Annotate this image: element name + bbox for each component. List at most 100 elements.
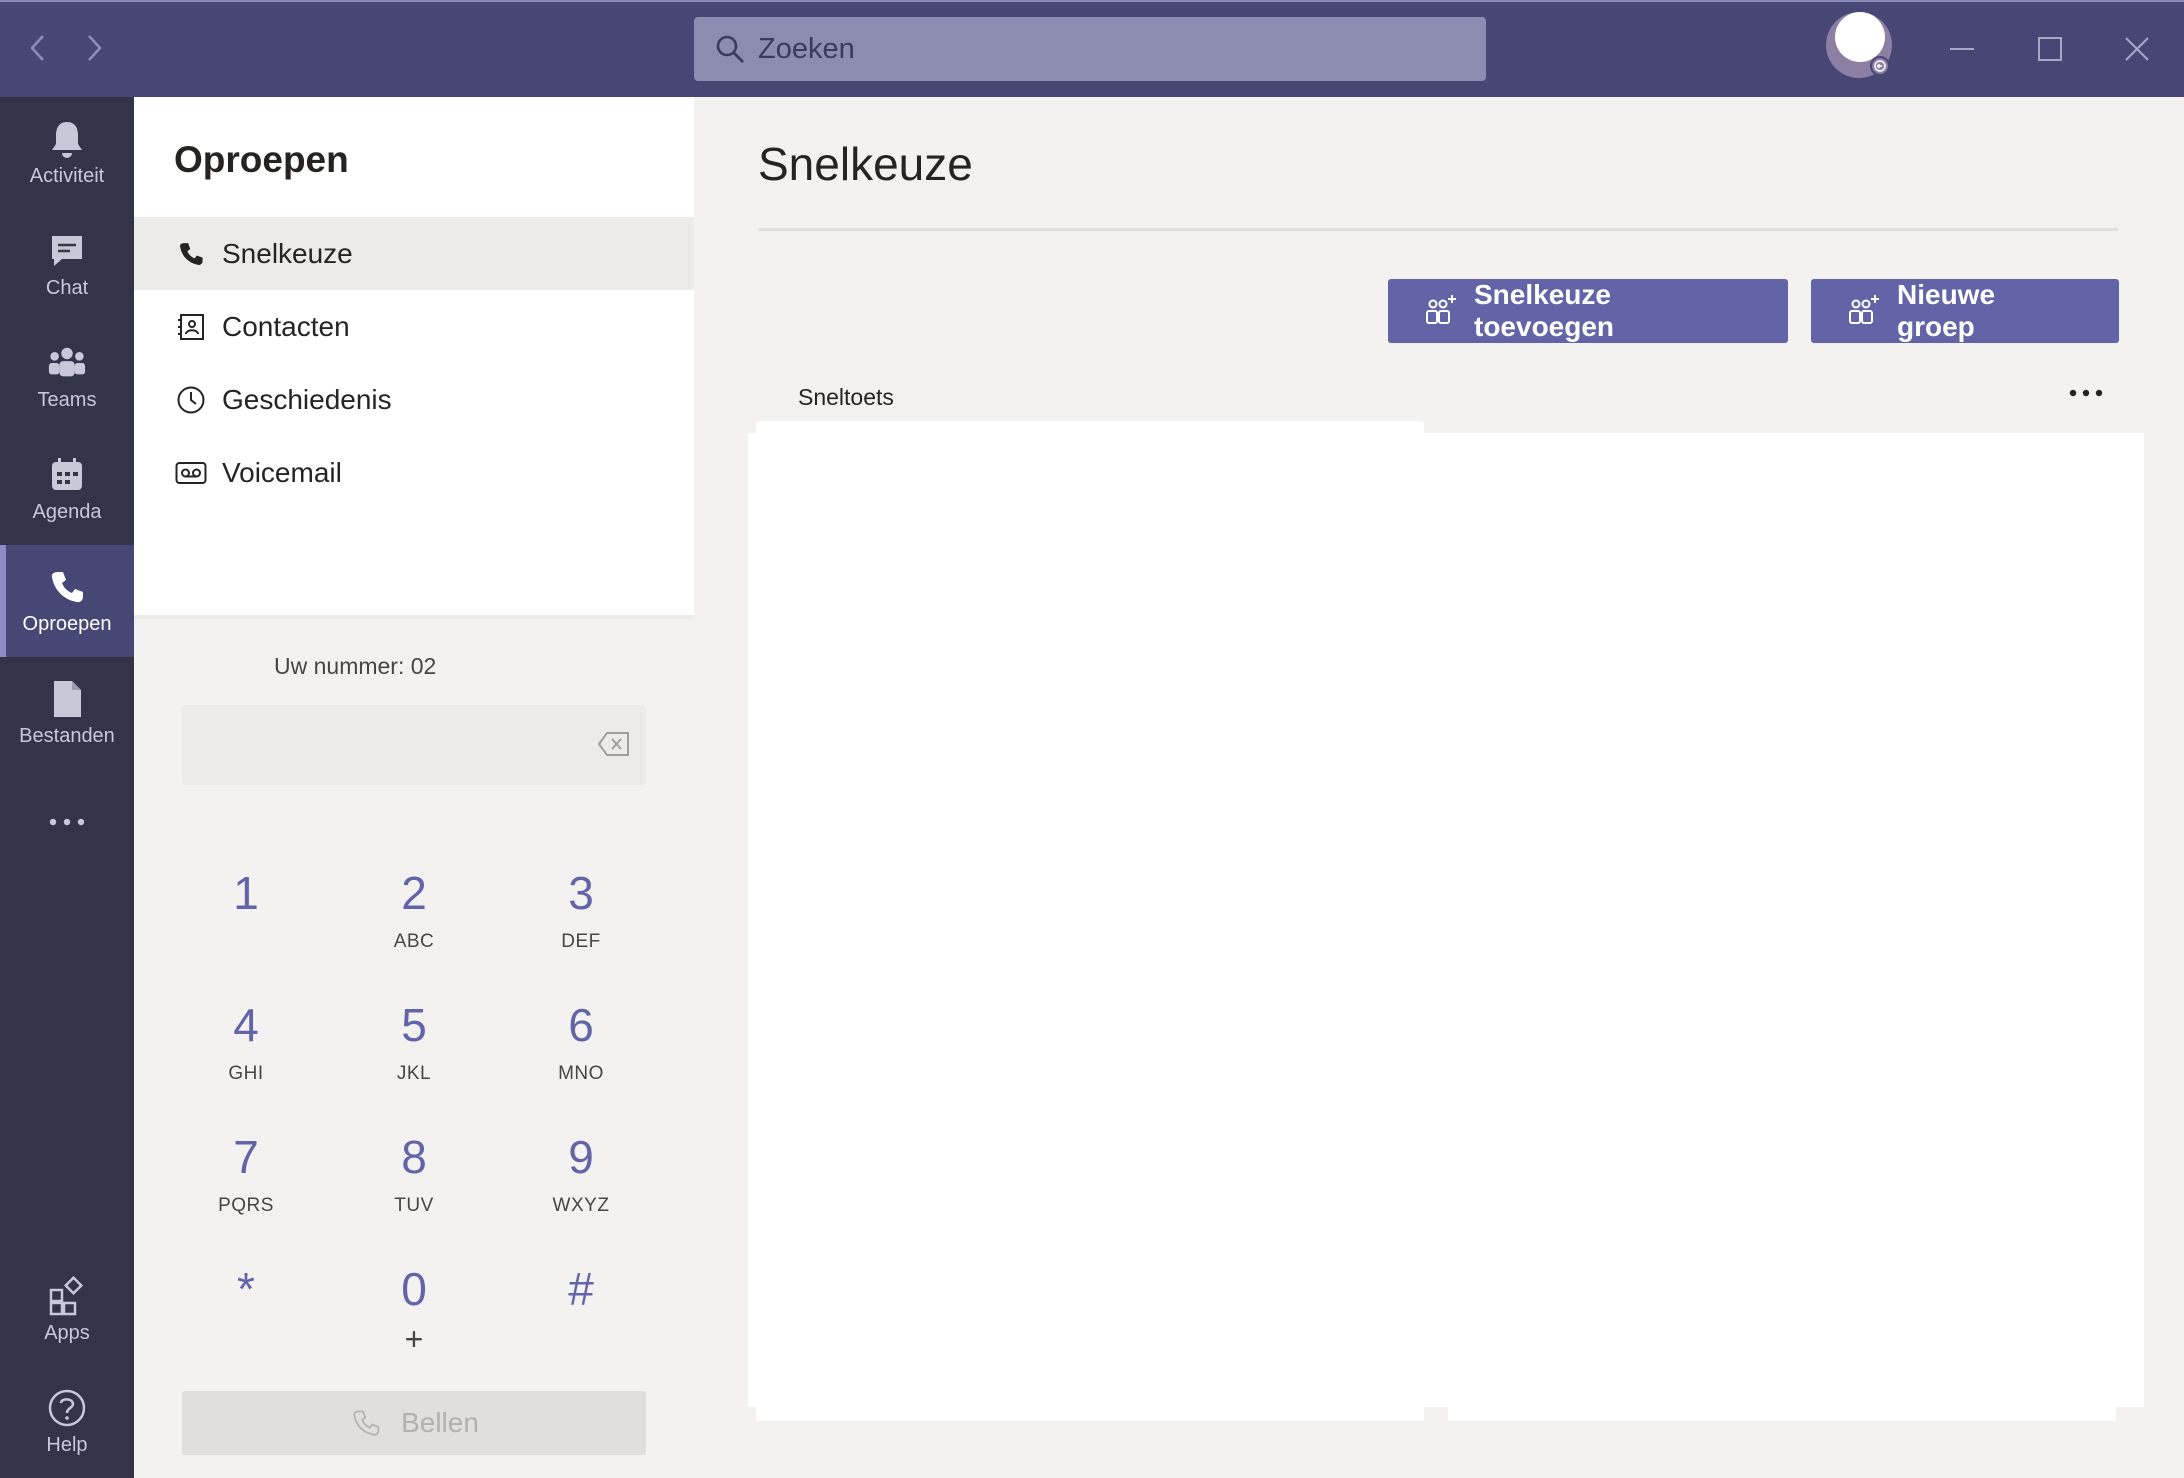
dial-key-digit: 1 xyxy=(233,867,259,919)
dial-key-letters: TUV xyxy=(394,1195,434,1216)
apps-icon xyxy=(47,1275,87,1316)
backspace-button[interactable] xyxy=(596,729,632,759)
file-icon xyxy=(47,679,87,719)
dial-key-star[interactable]: * xyxy=(186,1261,306,1371)
rail-item-chat[interactable]: Chat xyxy=(0,209,134,321)
calls-title: Oproepen xyxy=(174,139,349,180)
rail-item-label: Apps xyxy=(44,1321,90,1344)
dial-key-digit: 2 xyxy=(401,867,427,919)
calls-nav-item-history[interactable]: Geschiedenis xyxy=(134,363,694,436)
dial-key-2[interactable]: 2 ABC xyxy=(354,865,474,975)
app-rail: Activiteit Chat Teams Agenda Oproepen Be… xyxy=(0,97,134,1478)
add-group-icon xyxy=(1847,293,1883,329)
avatar[interactable] xyxy=(1826,12,1892,78)
section-header-speed-dial: Sneltoets xyxy=(798,384,894,410)
dial-key-hash[interactable]: # xyxy=(521,1261,641,1371)
rail-item-files[interactable]: Bestanden xyxy=(0,657,134,769)
calls-nav-item-voicemail[interactable]: Voicemail xyxy=(134,436,694,509)
more-icon xyxy=(47,802,87,842)
more-icon xyxy=(2069,389,2103,397)
calls-nav-item-speed-dial[interactable]: Snelkeuze xyxy=(134,217,694,290)
panel-divider xyxy=(134,615,694,619)
calls-nav-item-contacts[interactable]: Contacten xyxy=(134,290,694,363)
calls-nav-label: Geschiedenis xyxy=(222,383,392,415)
back-button[interactable] xyxy=(18,28,58,68)
calendar-icon xyxy=(47,455,87,495)
contacts-icon xyxy=(174,310,208,344)
add-speed-dial-button[interactable]: Snelkeuze toevoegen xyxy=(1388,279,1788,343)
clock-icon xyxy=(174,383,208,417)
dial-key-1[interactable]: 1 xyxy=(186,865,306,975)
rail-item-apps[interactable]: Apps xyxy=(0,1254,134,1366)
phone-icon xyxy=(174,237,208,271)
search-input[interactable]: Zoeken xyxy=(694,17,1486,81)
close-button[interactable] xyxy=(2112,24,2162,74)
backspace-icon xyxy=(597,732,629,756)
dial-key-5[interactable]: 5 JKL xyxy=(354,997,474,1107)
calls-nav: Snelkeuze Contacten Geschiedenis Voicema… xyxy=(134,217,694,509)
dial-number-field[interactable] xyxy=(182,705,646,785)
avatar-image xyxy=(1835,12,1885,62)
dial-key-letters: + xyxy=(404,1321,424,1357)
new-group-label: Nieuwe groep xyxy=(1897,279,1996,342)
dial-key-letters: WXYZ xyxy=(552,1195,610,1216)
rail-item-calendar[interactable]: Agenda xyxy=(0,433,134,545)
dial-key-8[interactable]: 8 TUV xyxy=(354,1129,474,1239)
speed-dial-column-right xyxy=(1448,1407,2116,1421)
calls-panel: Oproepen Snelkeuze Contacten Geschiedeni… xyxy=(134,97,694,1478)
speed-dial-list xyxy=(748,421,2144,1421)
rail-item-label: Agenda xyxy=(32,500,102,523)
call-button[interactable]: Bellen xyxy=(182,1391,646,1455)
calls-nav-label: Contacten xyxy=(222,310,350,342)
rail-item-label: Chat xyxy=(45,276,89,299)
dial-key-letters: ABC xyxy=(393,931,435,952)
dial-key-digit: 6 xyxy=(568,999,594,1051)
forward-button[interactable] xyxy=(74,28,114,68)
speed-dial-list-tab xyxy=(756,421,1424,433)
dial-key-6[interactable]: 6 MNO xyxy=(521,997,641,1107)
teams-icon xyxy=(47,343,87,383)
maximize-icon xyxy=(2038,37,2062,61)
dial-key-0[interactable]: 0 + xyxy=(354,1261,474,1371)
dial-key-digit: 5 xyxy=(401,999,427,1051)
maximize-button[interactable] xyxy=(2025,24,2075,74)
status-away-icon xyxy=(1870,56,1890,76)
minimize-button[interactable] xyxy=(1937,24,1987,74)
chevron-left-icon xyxy=(30,35,44,61)
dial-key-9[interactable]: 9 WXYZ xyxy=(521,1129,641,1239)
rail-item-label: Activiteit xyxy=(29,164,105,187)
rail-item-activity[interactable]: Activiteit xyxy=(0,97,134,209)
dial-key-digit: 8 xyxy=(401,1131,427,1183)
page-title: Snelkeuze xyxy=(758,138,973,190)
help-icon xyxy=(47,1388,87,1428)
rail-item-help[interactable]: Help xyxy=(0,1366,134,1478)
dial-key-digit: 4 xyxy=(233,999,259,1051)
dial-key-digit: * xyxy=(237,1263,255,1315)
dial-key-3[interactable]: 3 DEF xyxy=(521,865,641,975)
phone-icon xyxy=(47,567,87,607)
dial-key-digit: 0 xyxy=(401,1263,427,1315)
dial-key-letters: MNO xyxy=(558,1063,604,1084)
more-options-button[interactable] xyxy=(2064,377,2108,409)
dial-key-digit: 3 xyxy=(568,867,594,919)
speed-dial-column-gap xyxy=(1424,1407,1448,1421)
rail-item-teams[interactable]: Teams xyxy=(0,321,134,433)
rail-item-label: Oproepen xyxy=(22,612,112,635)
search-icon xyxy=(710,29,750,69)
close-icon xyxy=(2125,37,2149,61)
dial-key-letters: GHI xyxy=(228,1063,264,1084)
title-divider xyxy=(758,228,2118,231)
your-number: Uw nummer: 02 xyxy=(274,653,437,679)
rail-item-label: Bestanden xyxy=(19,724,115,747)
dial-key-4[interactable]: 4 GHI xyxy=(186,997,306,1107)
chevron-right-icon xyxy=(88,35,102,61)
add-speed-dial-label: Snelkeuze toevoegen xyxy=(1474,279,1615,342)
more-apps-button[interactable] xyxy=(0,769,134,881)
rail-item-label: Help xyxy=(46,1433,88,1456)
search-placeholder: Zoeken xyxy=(758,32,855,65)
dial-key-7[interactable]: 7 PQRS xyxy=(186,1129,306,1239)
rail-item-calls[interactable]: Oproepen xyxy=(0,545,134,657)
title-bar: Zoeken xyxy=(0,0,2184,97)
dial-key-digit: 7 xyxy=(233,1131,259,1183)
new-group-button[interactable]: Nieuwe groep xyxy=(1811,279,2119,343)
